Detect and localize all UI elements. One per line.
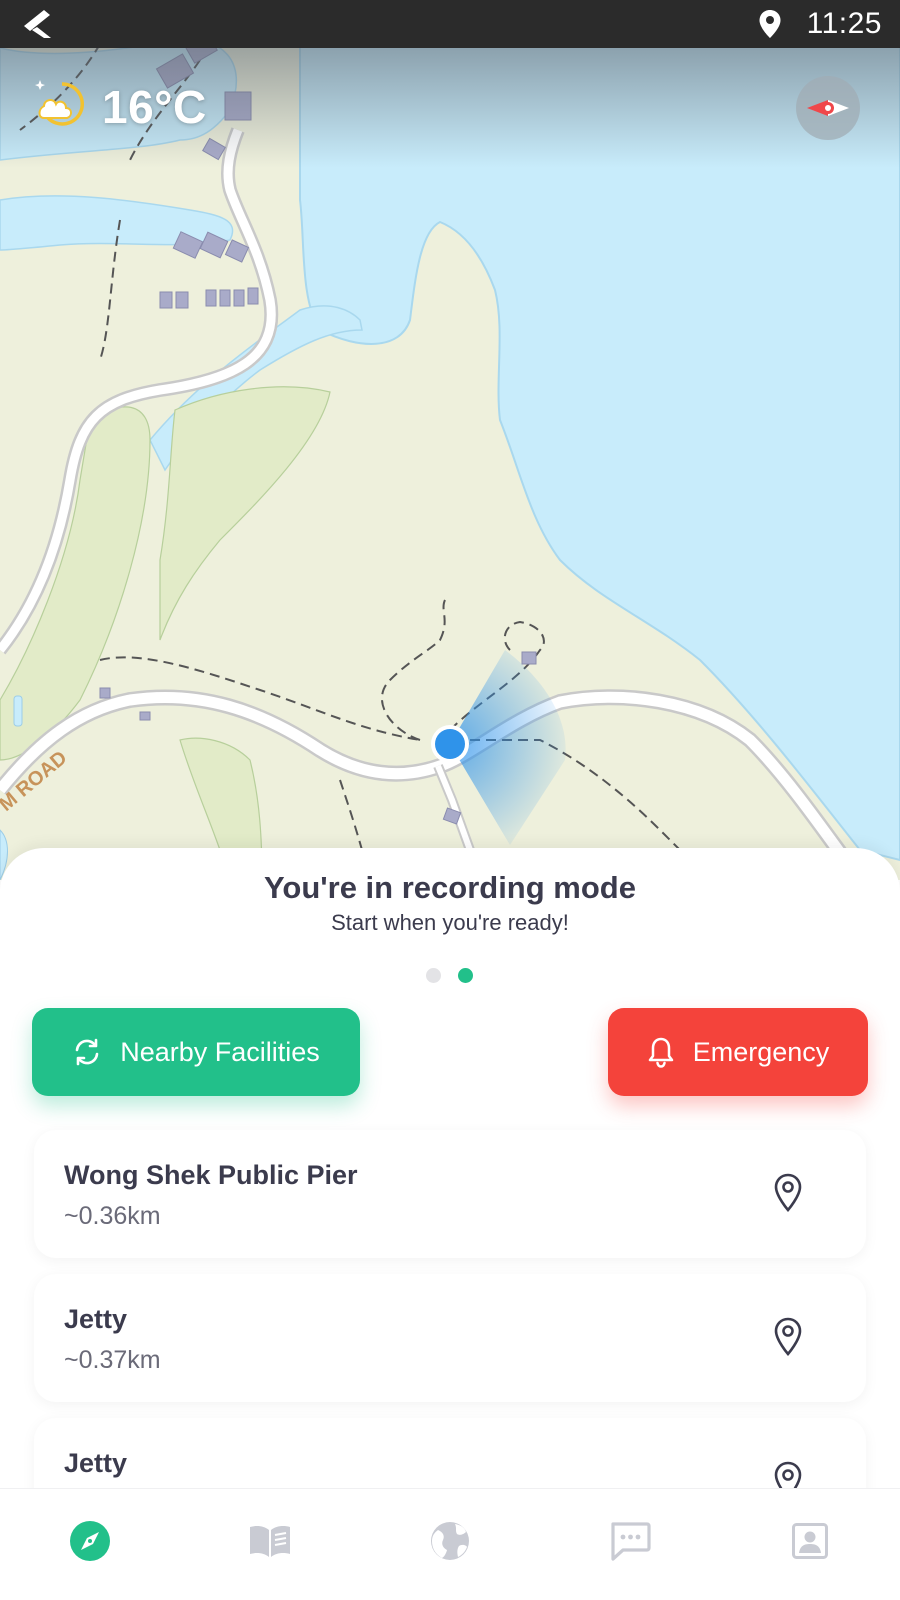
partly-cloudy-night-icon <box>35 80 85 126</box>
globe-icon <box>431 1522 469 1560</box>
recording-subtitle: Start when you're ready! <box>331 910 569 935</box>
nav-explore[interactable] <box>60 1511 120 1571</box>
facility-name: Wong Shek Public Pier <box>64 1160 358 1190</box>
facility-distance: ~0.36km <box>64 1202 161 1230</box>
emergency-label: Emergency <box>692 1036 830 1067</box>
nearby-facilities-label: Nearby Facilities <box>120 1036 320 1067</box>
weather-widget[interactable]: 16°C <box>32 78 207 136</box>
recording-title: You're in recording mode <box>264 870 636 905</box>
status-clock: 11:25 <box>806 7 882 40</box>
compass-needle-icon <box>807 100 849 116</box>
flutter-icon <box>24 10 51 38</box>
location-pin-icon <box>759 10 781 38</box>
page-dot-2-active[interactable] <box>458 968 473 983</box>
refresh-icon <box>75 1038 99 1066</box>
emergency-button[interactable]: Emergency <box>608 1008 868 1096</box>
page-dot-1[interactable] <box>426 968 441 983</box>
nav-guide[interactable] <box>240 1511 300 1571</box>
location-pin-icon[interactable] <box>772 1172 804 1214</box>
status-bar: 11:25 <box>0 0 900 48</box>
compass-button[interactable] <box>796 76 860 140</box>
page-indicator[interactable] <box>424 966 484 986</box>
location-pin-icon[interactable] <box>772 1316 804 1358</box>
facility-card[interactable]: Jetty ~0.37km <box>34 1274 866 1402</box>
temperature-label: 16°C <box>102 81 207 133</box>
bottom-navigation <box>0 1488 900 1600</box>
compass-icon <box>70 1521 110 1561</box>
facility-name: Jetty <box>64 1304 128 1334</box>
location-pin-icon[interactable] <box>772 1460 804 1488</box>
chat-icon <box>611 1522 651 1561</box>
nav-messages[interactable] <box>600 1511 660 1571</box>
facility-card[interactable]: Jetty <box>34 1418 866 1488</box>
book-icon <box>250 1526 290 1557</box>
bell-icon <box>648 1037 673 1068</box>
facility-name: Jetty <box>64 1448 128 1478</box>
facility-card[interactable]: Wong Shek Public Pier ~0.36km <box>34 1130 866 1258</box>
facility-distance: ~0.37km <box>64 1346 161 1374</box>
facility-list[interactable]: Wong Shek Public Pier ~0.36km Jetty ~0.3… <box>0 1124 900 1488</box>
nearby-facilities-button[interactable]: Nearby Facilities <box>32 1008 360 1096</box>
nav-profile[interactable] <box>780 1511 840 1571</box>
nav-world[interactable] <box>420 1511 480 1571</box>
profile-icon <box>792 1523 828 1559</box>
